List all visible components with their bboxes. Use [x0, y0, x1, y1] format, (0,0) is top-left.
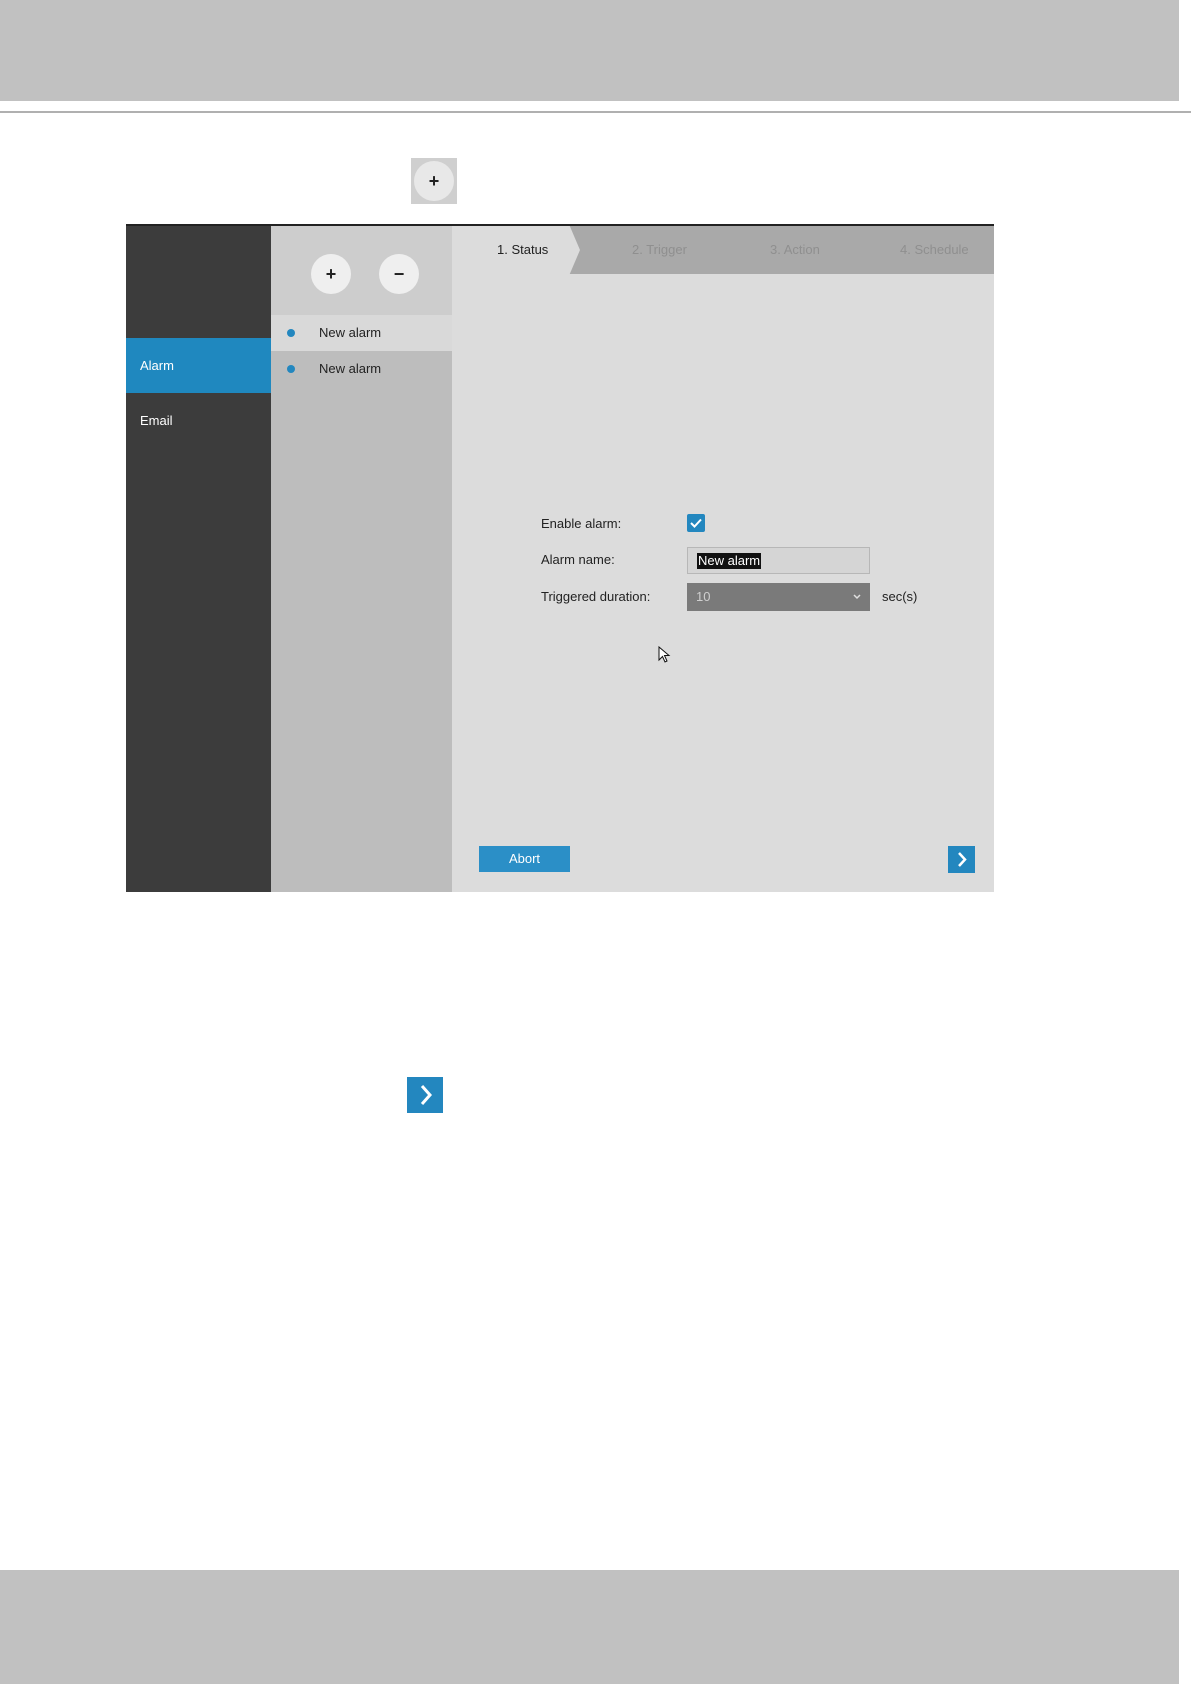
chevron-right-icon [420, 1085, 433, 1105]
add-icon-glyph: + [414, 161, 454, 201]
tab-status-label: 1. Status [497, 242, 549, 257]
mouse-cursor-icon [658, 646, 671, 663]
chevron-right-icon [958, 852, 967, 867]
abort-button[interactable]: Abort [479, 846, 570, 872]
add-icon: + [411, 158, 457, 204]
wizard-steps: 1. Status 2. Trigger 3. Action 4. Schedu… [452, 226, 994, 274]
sidebar-item-email[interactable]: Email [126, 393, 271, 448]
enable-alarm-checkbox[interactable] [687, 514, 705, 532]
tab-action[interactable]: 3. Action [770, 226, 820, 274]
tab-trigger[interactable]: 2. Trigger [632, 226, 687, 274]
triggered-duration-value: 10 [696, 589, 711, 604]
alarm-name-label: Alarm name: [541, 552, 615, 567]
tab-schedule[interactable]: 4. Schedule [900, 226, 969, 274]
next-icon [407, 1077, 443, 1113]
triggered-duration-select[interactable]: 10 [687, 583, 870, 611]
header-divider [0, 111, 1191, 113]
list-item[interactable]: New alarm [271, 351, 452, 387]
alarm-name-value: New alarm [697, 553, 762, 569]
list-item[interactable]: New alarm [271, 315, 452, 351]
remove-alarm-button[interactable]: − [379, 254, 419, 294]
window-top-border [126, 224, 994, 226]
sidebar-item-alarm[interactable]: Alarm [126, 338, 271, 393]
page-header-band [0, 0, 1179, 101]
list-item-label: New alarm [319, 325, 382, 340]
status-dot-icon [287, 329, 295, 337]
alarm-list-panel: + − New alarm New alarm [271, 224, 452, 892]
alarm-list-toolbar: + − [271, 224, 452, 315]
enable-alarm-label: Enable alarm: [541, 516, 622, 531]
triggered-duration-label: Triggered duration: [541, 589, 651, 604]
alarm-name-input[interactable]: New alarm [687, 547, 870, 574]
tab-status[interactable]: 1. Status [452, 226, 582, 274]
status-dot-icon [287, 365, 295, 373]
add-alarm-button[interactable]: + [311, 254, 351, 294]
page-footer-band [0, 1570, 1179, 1684]
list-item-label: New alarm [319, 361, 382, 376]
wizard-panel: 1. Status 2. Trigger 3. Action 4. Schedu… [452, 224, 994, 892]
duration-unit-label: sec(s) [882, 589, 918, 604]
next-step-button[interactable] [948, 846, 975, 873]
sidebar-nav: Alarm Email [126, 224, 271, 892]
alarm-settings-screenshot: Alarm Email + − New alarm New alarm 1. S… [126, 224, 994, 892]
chevron-down-icon [853, 594, 861, 600]
checkmark-icon [690, 518, 702, 528]
